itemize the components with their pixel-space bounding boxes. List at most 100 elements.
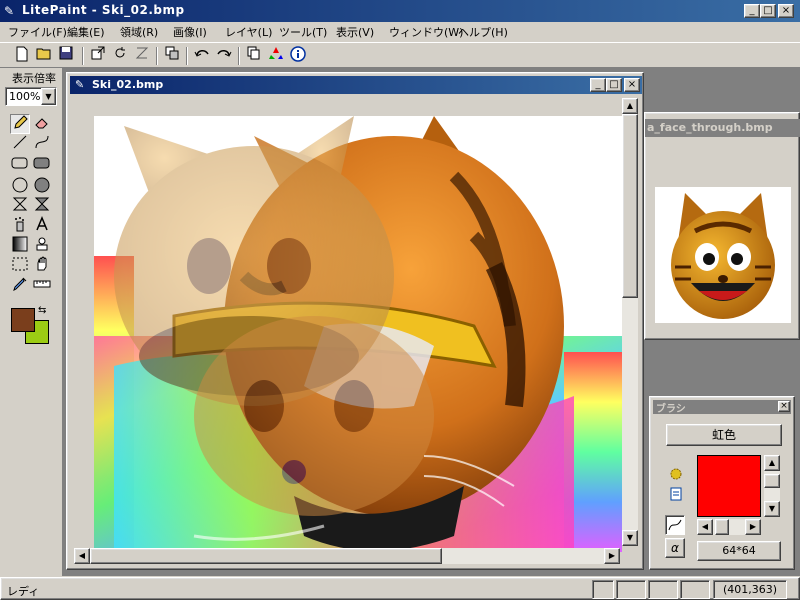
vertical-scroll-thumb[interactable]	[622, 114, 638, 298]
menu-help[interactable]: ヘルプ(H)	[458, 24, 508, 40]
brush-alpha-button[interactable]: α	[665, 538, 685, 558]
text-tool-icon[interactable]	[32, 216, 52, 236]
rotate-icon[interactable]	[110, 46, 130, 66]
brush-slider-down-icon[interactable]: ▼	[764, 501, 780, 517]
document-window[interactable]: ✎ Ski_02.bmp _ □ × ▲ ▼ ◀ ▶	[66, 72, 644, 570]
rounded-rect-tool-icon[interactable]	[10, 156, 30, 176]
flip-icon[interactable]	[132, 46, 152, 66]
toolbar-separator	[82, 47, 84, 65]
menu-view[interactable]: 表示(V)	[336, 24, 374, 40]
zoom-select[interactable]: 100% ▼	[5, 87, 57, 106]
open-icon[interactable]	[34, 46, 54, 66]
eraser-tool-icon[interactable]	[32, 114, 52, 134]
undo-icon[interactable]	[192, 46, 212, 66]
spray-tool-icon[interactable]	[10, 216, 30, 236]
menu-layer[interactable]: レイヤ(L)	[225, 24, 272, 40]
document-pencil-icon: ✎	[75, 78, 85, 91]
redo-icon[interactable]	[214, 46, 234, 66]
horizontal-scroll-thumb[interactable]	[90, 548, 442, 564]
gradient-tool-icon[interactable]	[10, 236, 30, 256]
layers-icon[interactable]	[162, 46, 182, 66]
brush-panel-close-icon[interactable]: ×	[778, 401, 790, 412]
filled-rounded-rect-tool-icon[interactable]	[32, 156, 52, 176]
document-title: Ski_02.bmp	[92, 78, 164, 91]
close-button[interactable]: ×	[778, 4, 794, 18]
app-pencil-icon: ✎	[4, 4, 15, 18]
tool-panel: 表示倍率 100% ▼ ⇆	[0, 68, 62, 576]
toolbar-separator	[238, 47, 240, 65]
minimize-button[interactable]: _	[744, 4, 760, 18]
brush-preset-button[interactable]: 虹色	[666, 424, 782, 446]
menu-tools[interactable]: ツール(T)	[279, 24, 327, 40]
line-tool-icon[interactable]	[10, 134, 30, 154]
swap-colors-icon[interactable]: ⇆	[38, 305, 46, 316]
scroll-down-icon[interactable]: ▼	[622, 530, 638, 546]
color-icon[interactable]	[266, 46, 286, 66]
save-icon[interactable]	[56, 46, 76, 66]
selection-tool-icon[interactable]	[10, 256, 30, 276]
toolbar-separator	[186, 47, 188, 65]
status-pane	[616, 580, 646, 599]
status-text: レディ	[7, 585, 40, 598]
brush-horizontal-slider-thumb[interactable]	[715, 519, 729, 535]
pencil-tool-icon[interactable]	[10, 114, 30, 134]
menu-window[interactable]: ウィンドウ(W)	[389, 24, 463, 40]
foreground-color-swatch[interactable]	[11, 308, 35, 332]
secondary-image	[655, 187, 791, 323]
scroll-right-icon[interactable]: ▶	[604, 548, 620, 564]
document-close-button[interactable]: ×	[624, 78, 640, 92]
brush-color-preview[interactable]	[697, 455, 761, 517]
horizontal-scrollbar[interactable]: ◀ ▶	[74, 548, 620, 564]
brush-vertical-slider[interactable]: ▲ ▼	[764, 455, 780, 517]
scroll-up-icon[interactable]: ▲	[622, 98, 638, 114]
brush-panel-title: ブラシ	[656, 404, 686, 415]
cursor-coordinates: (401,363)	[713, 580, 787, 599]
app-title-bar[interactable]: ✎ LitePaint - Ski_02.bmp _ □ ×	[0, 0, 800, 22]
maximize-button[interactable]: □	[760, 4, 776, 18]
copy-icon[interactable]	[244, 46, 264, 66]
brush-horizontal-slider[interactable]: ◀ ▶	[697, 519, 761, 535]
brush-document-icon[interactable]	[669, 487, 683, 504]
curve-tool-icon[interactable]	[32, 134, 52, 154]
document-minimize-button[interactable]: _	[590, 78, 606, 92]
scroll-left-icon[interactable]: ◀	[74, 548, 90, 564]
stamp-tool-icon[interactable]	[32, 236, 52, 256]
status-pane	[592, 580, 614, 599]
secondary-window-title-bar[interactable]: a_face_through.bmp	[645, 119, 800, 137]
document-title-bar[interactable]: ✎ Ski_02.bmp _ □ ×	[70, 76, 642, 94]
brush-panel: ブラシ × 虹色 α ▲ ▼ ◀ ▶ 64*64	[649, 396, 795, 570]
hand-tool-icon[interactable]	[32, 256, 52, 276]
brush-slider-right-icon[interactable]: ▶	[745, 519, 761, 535]
toolbar-separator	[156, 47, 158, 65]
brush-vertical-slider-thumb[interactable]	[764, 474, 780, 488]
toolbar	[0, 42, 800, 68]
zoom-value: 100%	[9, 90, 41, 103]
brush-settings-icon[interactable]	[669, 467, 683, 484]
document-maximize-button[interactable]: □	[606, 78, 622, 92]
resize-icon[interactable]	[88, 46, 108, 66]
hourglass-tool-icon[interactable]	[10, 196, 30, 216]
brush-slider-left-icon[interactable]: ◀	[697, 519, 713, 535]
brush-panel-title-bar[interactable]: ブラシ ×	[653, 400, 791, 415]
ellipse-tool-icon[interactable]	[10, 176, 30, 196]
new-icon[interactable]	[12, 46, 32, 66]
eyedropper-tool-icon[interactable]	[10, 276, 30, 296]
brush-size-button[interactable]: 64*64	[697, 541, 781, 561]
filled-hourglass-tool-icon[interactable]	[32, 196, 52, 216]
canvas-image[interactable]	[94, 116, 622, 552]
secondary-image-window[interactable]: a_face_through.bmp	[644, 112, 800, 340]
status-bar: レディ (401,363)	[0, 577, 800, 600]
menu-edit[interactable]: 編集(E)	[67, 24, 105, 40]
menu-image[interactable]: 画像(I)	[173, 24, 207, 40]
ski-cat-image[interactable]	[94, 116, 622, 552]
ruler-tool-icon[interactable]	[32, 276, 52, 296]
chevron-down-icon[interactable]: ▼	[41, 88, 56, 105]
info-icon[interactable]	[288, 46, 308, 66]
menu-file[interactable]: ファイル(F)	[8, 24, 67, 40]
document-canvas-area[interactable]: ▲ ▼ ◀ ▶	[72, 96, 640, 566]
brush-curve-icon[interactable]	[665, 515, 685, 535]
vertical-scrollbar[interactable]: ▲ ▼	[622, 98, 638, 546]
brush-slider-up-icon[interactable]: ▲	[764, 455, 780, 471]
filled-ellipse-tool-icon[interactable]	[32, 176, 52, 196]
menu-region[interactable]: 領域(R)	[120, 24, 158, 40]
